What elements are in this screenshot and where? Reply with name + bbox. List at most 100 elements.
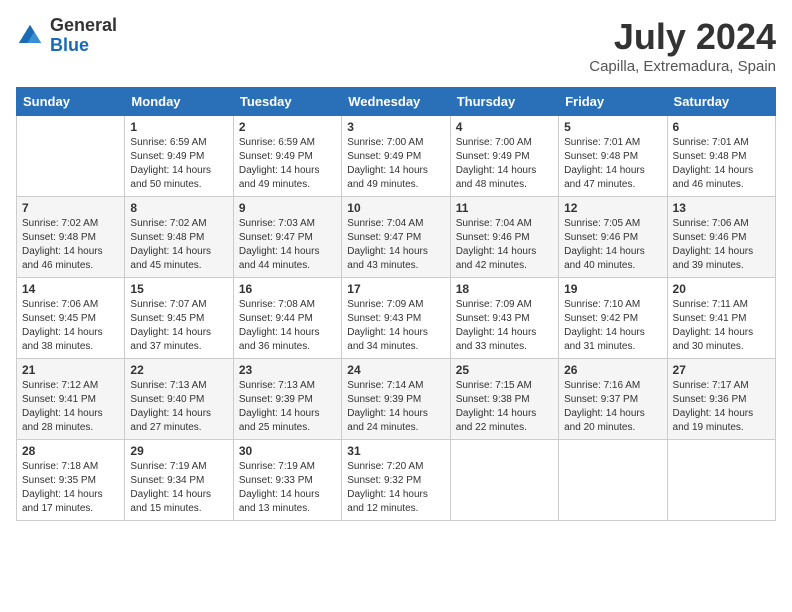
day-of-week-header: Saturday [667, 88, 775, 116]
day-number: 21 [22, 363, 119, 377]
calendar-table: SundayMondayTuesdayWednesdayThursdayFrid… [16, 87, 776, 521]
location-label: Capilla, Extremadura, Spain [589, 58, 776, 75]
day-info: Sunrise: 7:15 AM Sunset: 9:38 PM Dayligh… [456, 379, 553, 435]
calendar-cell [17, 116, 125, 197]
calendar-cell: 31 Sunrise: 7:20 AM Sunset: 9:32 PM Dayli… [342, 440, 450, 521]
day-number: 26 [564, 363, 661, 377]
logo-general-label: General [50, 16, 117, 36]
day-number: 1 [130, 120, 227, 134]
calendar-body: 1 Sunrise: 6:59 AM Sunset: 9:49 PM Daylig… [17, 116, 776, 521]
day-info: Sunrise: 7:20 AM Sunset: 9:32 PM Dayligh… [347, 460, 444, 516]
calendar-cell: 26Sunrise: 7:16 AM Sunset: 9:37 PM Dayli… [559, 359, 667, 440]
calendar-week-row: 14 Sunrise: 7:06 AM Sunset: 9:45 PM Dayli… [17, 278, 776, 359]
logo-text: General Blue [50, 16, 117, 56]
day-number: 10 [347, 201, 444, 215]
day-number: 22 [130, 363, 227, 377]
day-number: 28 [22, 444, 119, 458]
day-number: 20 [673, 282, 770, 296]
day-info: Sunrise: 7:11 AM Sunset: 9:41 PM Dayligh… [673, 298, 770, 354]
day-info: Sunrise: 7:13 AM Sunset: 9:39 PM Dayligh… [239, 379, 336, 435]
calendar-week-row: 7 Sunrise: 7:02 AM Sunset: 9:48 PM Daylig… [17, 197, 776, 278]
logo-blue-label: Blue [50, 36, 117, 56]
day-of-week-header: Thursday [450, 88, 558, 116]
day-number: 14 [22, 282, 119, 296]
day-info: Sunrise: 7:08 AM Sunset: 9:44 PM Dayligh… [239, 298, 336, 354]
day-number: 11 [456, 201, 553, 215]
day-number: 24 [347, 363, 444, 377]
day-number: 19 [564, 282, 661, 296]
calendar-week-row: 1 Sunrise: 6:59 AM Sunset: 9:49 PM Daylig… [17, 116, 776, 197]
day-info: Sunrise: 7:06 AM Sunset: 9:45 PM Dayligh… [22, 298, 119, 354]
day-info: Sunrise: 7:07 AM Sunset: 9:45 PM Dayligh… [130, 298, 227, 354]
title-area: July 2024 Capilla, Extremadura, Spain [589, 16, 776, 75]
day-number: 2 [239, 120, 336, 134]
day-info: Sunrise: 7:03 AM Sunset: 9:47 PM Dayligh… [239, 217, 336, 273]
day-info: Sunrise: 7:02 AM Sunset: 9:48 PM Dayligh… [22, 217, 119, 273]
day-info: Sunrise: 7:13 AM Sunset: 9:40 PM Dayligh… [130, 379, 227, 435]
day-of-week-header: Tuesday [233, 88, 341, 116]
calendar-cell: 4 Sunrise: 7:00 AM Sunset: 9:49 PM Daylig… [450, 116, 558, 197]
calendar-cell: 17Sunrise: 7:09 AM Sunset: 9:43 PM Dayli… [342, 278, 450, 359]
calendar-cell: 24 Sunrise: 7:14 AM Sunset: 9:39 PM Dayli… [342, 359, 450, 440]
calendar-cell: 5Sunrise: 7:01 AM Sunset: 9:48 PM Daylig… [559, 116, 667, 197]
calendar-cell: 13Sunrise: 7:06 AM Sunset: 9:46 PM Dayli… [667, 197, 775, 278]
calendar-cell: 28 Sunrise: 7:18 AM Sunset: 9:35 PM Dayli… [17, 440, 125, 521]
calendar-cell: 8 Sunrise: 7:02 AM Sunset: 9:48 PM Daylig… [125, 197, 233, 278]
calendar-cell: 23 Sunrise: 7:13 AM Sunset: 9:39 PM Dayli… [233, 359, 341, 440]
day-of-week-header: Monday [125, 88, 233, 116]
day-of-week-header: Friday [559, 88, 667, 116]
day-info: Sunrise: 7:17 AM Sunset: 9:36 PM Dayligh… [673, 379, 770, 435]
day-number: 31 [347, 444, 444, 458]
header: General Blue July 2024 Capilla, Extremad… [16, 16, 776, 75]
day-number: 25 [456, 363, 553, 377]
day-number: 15 [130, 282, 227, 296]
calendar-cell [559, 440, 667, 521]
day-info: Sunrise: 7:09 AM Sunset: 9:43 PM Dayligh… [347, 298, 444, 354]
calendar-cell: 19 Sunrise: 7:10 AM Sunset: 9:42 PM Dayli… [559, 278, 667, 359]
calendar-cell: 29 Sunrise: 7:19 AM Sunset: 9:34 PM Dayli… [125, 440, 233, 521]
day-number: 30 [239, 444, 336, 458]
calendar-cell: 20 Sunrise: 7:11 AM Sunset: 9:41 PM Dayli… [667, 278, 775, 359]
calendar-cell: 6Sunrise: 7:01 AM Sunset: 9:48 PM Daylig… [667, 116, 775, 197]
calendar-cell: 25 Sunrise: 7:15 AM Sunset: 9:38 PM Dayli… [450, 359, 558, 440]
logo-icon [16, 22, 44, 50]
day-info: Sunrise: 7:05 AM Sunset: 9:46 PM Dayligh… [564, 217, 661, 273]
day-number: 18 [456, 282, 553, 296]
day-number: 23 [239, 363, 336, 377]
day-info: Sunrise: 7:18 AM Sunset: 9:35 PM Dayligh… [22, 460, 119, 516]
calendar-week-row: 21 Sunrise: 7:12 AM Sunset: 9:41 PM Dayli… [17, 359, 776, 440]
calendar-cell: 11Sunrise: 7:04 AM Sunset: 9:46 PM Dayli… [450, 197, 558, 278]
calendar-cell: 1 Sunrise: 6:59 AM Sunset: 9:49 PM Daylig… [125, 116, 233, 197]
day-number: 9 [239, 201, 336, 215]
day-number: 4 [456, 120, 553, 134]
day-number: 5 [564, 120, 661, 134]
day-info: Sunrise: 6:59 AM Sunset: 9:49 PM Dayligh… [239, 136, 336, 192]
day-info: Sunrise: 7:19 AM Sunset: 9:34 PM Dayligh… [130, 460, 227, 516]
day-number: 8 [130, 201, 227, 215]
calendar-cell: 27Sunrise: 7:17 AM Sunset: 9:36 PM Dayli… [667, 359, 775, 440]
calendar-cell: 16 Sunrise: 7:08 AM Sunset: 9:44 PM Dayli… [233, 278, 341, 359]
calendar-cell: 7 Sunrise: 7:02 AM Sunset: 9:48 PM Daylig… [17, 197, 125, 278]
calendar-cell: 14 Sunrise: 7:06 AM Sunset: 9:45 PM Dayli… [17, 278, 125, 359]
day-of-week-header: Sunday [17, 88, 125, 116]
day-info: Sunrise: 6:59 AM Sunset: 9:49 PM Dayligh… [130, 136, 227, 192]
day-info: Sunrise: 7:01 AM Sunset: 9:48 PM Dayligh… [673, 136, 770, 192]
day-number: 29 [130, 444, 227, 458]
day-info: Sunrise: 7:02 AM Sunset: 9:48 PM Dayligh… [130, 217, 227, 273]
logo: General Blue [16, 16, 117, 56]
calendar-cell: 3Sunrise: 7:00 AM Sunset: 9:49 PM Daylig… [342, 116, 450, 197]
day-number: 16 [239, 282, 336, 296]
day-number: 13 [673, 201, 770, 215]
calendar-cell: 30Sunrise: 7:19 AM Sunset: 9:33 PM Dayli… [233, 440, 341, 521]
calendar-cell: 22 Sunrise: 7:13 AM Sunset: 9:40 PM Dayli… [125, 359, 233, 440]
calendar-cell: 12 Sunrise: 7:05 AM Sunset: 9:46 PM Dayli… [559, 197, 667, 278]
day-number: 7 [22, 201, 119, 215]
calendar-cell [450, 440, 558, 521]
day-info: Sunrise: 7:00 AM Sunset: 9:49 PM Dayligh… [456, 136, 553, 192]
day-info: Sunrise: 7:10 AM Sunset: 9:42 PM Dayligh… [564, 298, 661, 354]
calendar-cell: 15 Sunrise: 7:07 AM Sunset: 9:45 PM Dayli… [125, 278, 233, 359]
day-info: Sunrise: 7:12 AM Sunset: 9:41 PM Dayligh… [22, 379, 119, 435]
day-info: Sunrise: 7:14 AM Sunset: 9:39 PM Dayligh… [347, 379, 444, 435]
day-number: 12 [564, 201, 661, 215]
calendar-week-row: 28 Sunrise: 7:18 AM Sunset: 9:35 PM Dayli… [17, 440, 776, 521]
